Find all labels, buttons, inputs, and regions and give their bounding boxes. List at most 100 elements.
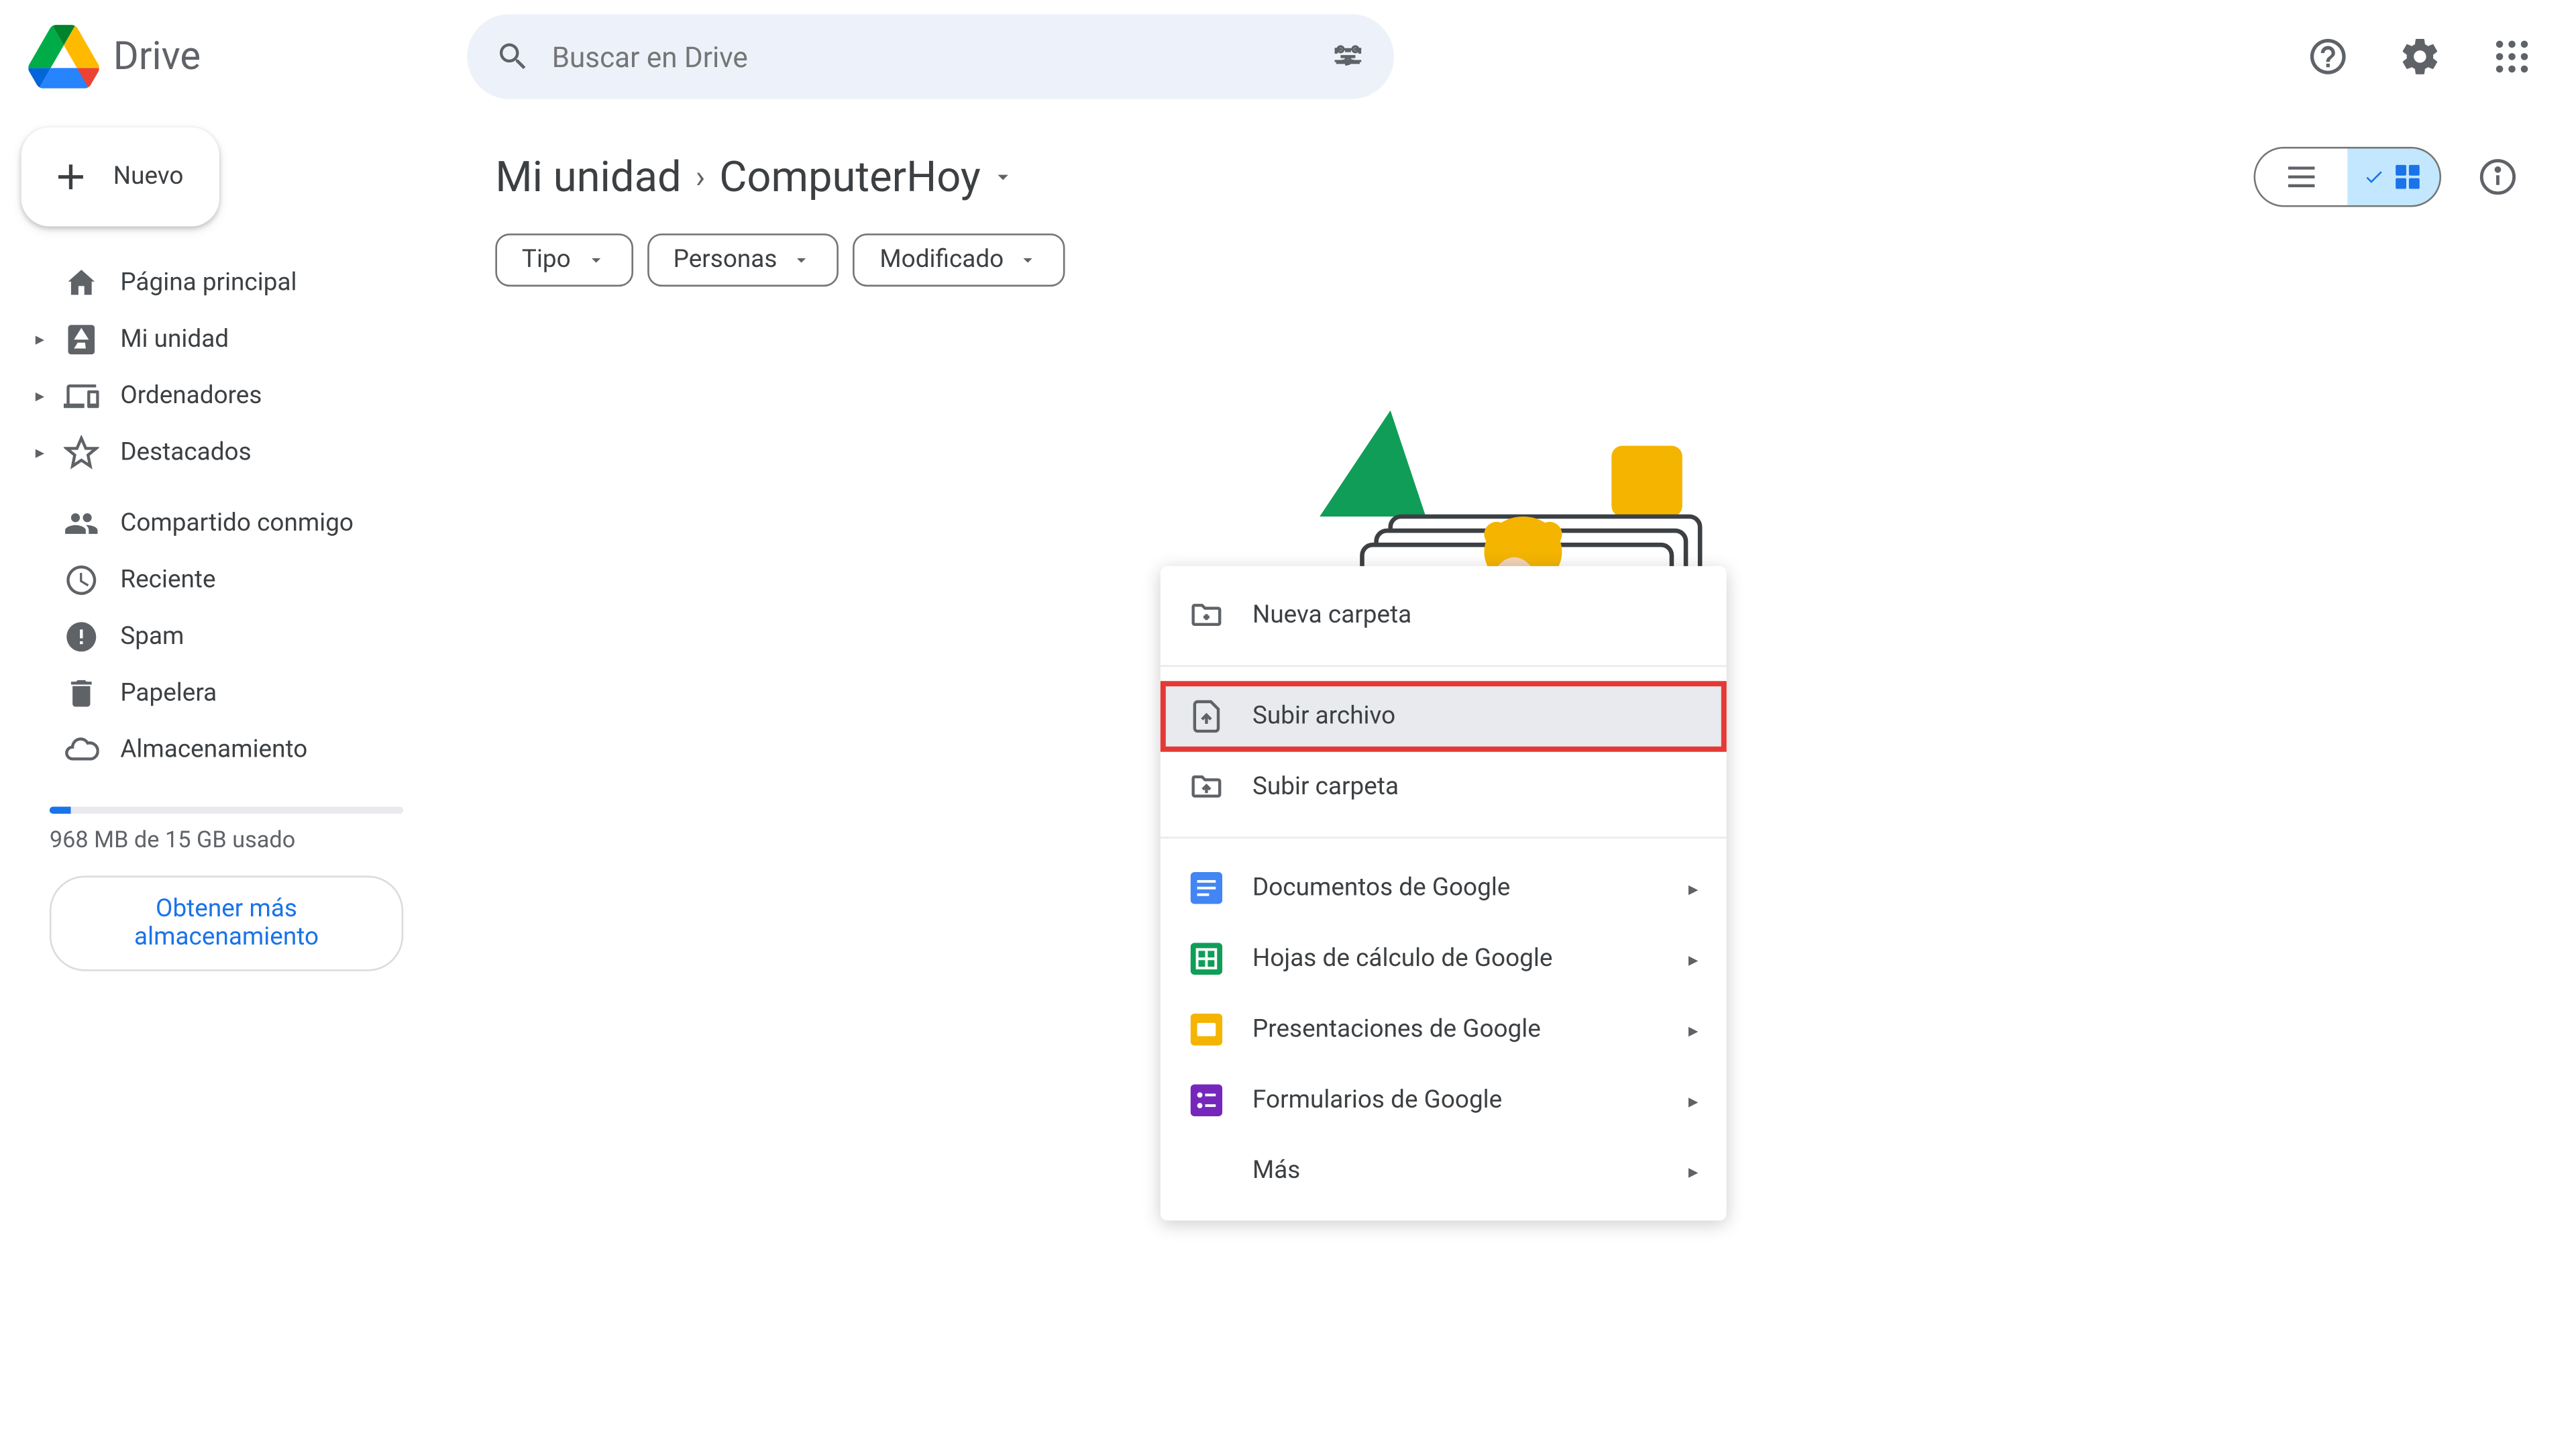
storage-used-text: 968 MB de 15 GB usado xyxy=(50,828,403,855)
blank-icon xyxy=(1189,1153,1224,1189)
sidebar-item-spam[interactable]: Spam xyxy=(21,608,432,665)
view-controls xyxy=(2254,142,2534,212)
slides-icon xyxy=(1189,1012,1224,1047)
sidebar-item-recent[interactable]: Reciente xyxy=(21,552,432,608)
shared-icon xyxy=(64,506,99,541)
sidebar-item-shared[interactable]: Compartido conmigo xyxy=(21,495,432,551)
caret-down-icon xyxy=(792,250,813,271)
search-options-icon[interactable] xyxy=(1330,39,1366,74)
menu-item-label: Subir carpeta xyxy=(1252,773,1399,801)
home-icon xyxy=(64,266,99,301)
filter-label: Modificado xyxy=(879,246,1004,274)
breadcrumb-current[interactable]: ComputerHoy xyxy=(719,152,1016,202)
breadcrumb: Mi unidad › ComputerHoy xyxy=(495,152,1016,202)
header: Drive xyxy=(0,0,2575,113)
sidebar-item-storage[interactable]: Almacenamiento xyxy=(21,722,432,778)
spam-icon xyxy=(64,619,99,655)
sidebar-item-label: Papelera xyxy=(120,680,217,708)
trash-icon xyxy=(64,676,99,711)
search-icon xyxy=(495,39,531,74)
sidebar-item-mydrive[interactable]: Mi unidad xyxy=(21,311,432,368)
caret-down-icon xyxy=(1018,250,1039,271)
chevron-right-icon: ▸ xyxy=(1688,877,1699,900)
chevron-right-icon: ▸ xyxy=(1688,1089,1699,1112)
sidebar-item-label: Reciente xyxy=(120,566,215,594)
view-toggle xyxy=(2254,147,2442,207)
sidebar-item-trash[interactable]: Papelera xyxy=(21,665,432,722)
sidebar-item-label: Almacenamiento xyxy=(120,736,307,764)
gear-icon xyxy=(2399,36,2441,78)
menu-google-forms[interactable]: Formularios de Google ▸ xyxy=(1161,1065,1727,1135)
sidebar-item-starred[interactable]: Destacados xyxy=(21,425,432,481)
breadcrumb-current-label: ComputerHoy xyxy=(719,152,981,202)
menu-item-label: Documentos de Google xyxy=(1252,874,1510,902)
info-button[interactable] xyxy=(2463,142,2533,212)
apps-icon xyxy=(2491,36,2533,78)
file-upload-icon xyxy=(1189,699,1224,735)
sheets-icon xyxy=(1189,941,1224,977)
recent-icon xyxy=(64,563,99,598)
filters: Tipo Personas Modificado xyxy=(495,233,2533,286)
breadcrumb-root[interactable]: Mi unidad xyxy=(495,152,681,202)
drive-logo-icon xyxy=(28,21,99,92)
filter-people[interactable]: Personas xyxy=(647,233,839,286)
star-icon xyxy=(64,435,99,471)
help-button[interactable] xyxy=(2293,21,2363,92)
search-bar[interactable] xyxy=(467,14,1394,99)
settings-button[interactable] xyxy=(2385,21,2455,92)
sidebar-item-label: Página principal xyxy=(120,269,297,297)
menu-google-sheets[interactable]: Hojas de cálculo de Google ▸ xyxy=(1161,924,1727,994)
context-menu: Nueva carpeta Subir archivo Subir carpet… xyxy=(1161,566,1727,1221)
list-icon xyxy=(2284,159,2319,195)
main-content: Mi unidad › ComputerHoy xyxy=(453,113,2575,1449)
filter-type[interactable]: Tipo xyxy=(495,233,633,286)
list-view-button[interactable] xyxy=(2255,149,2347,205)
menu-divider xyxy=(1161,837,1727,839)
help-icon xyxy=(2307,36,2349,78)
drive-icon xyxy=(64,322,99,358)
docs-icon xyxy=(1189,870,1224,906)
menu-google-docs[interactable]: Documentos de Google ▸ xyxy=(1161,853,1727,923)
chevron-right-icon: ▸ xyxy=(1688,1160,1699,1183)
check-icon xyxy=(2363,166,2385,188)
sidebar-item-label: Destacados xyxy=(120,439,251,467)
folder-new-icon xyxy=(1189,598,1224,633)
chevron-right-icon: ▸ xyxy=(1688,1018,1699,1041)
menu-google-slides[interactable]: Presentaciones de Google ▸ xyxy=(1161,994,1727,1065)
chevron-right-icon: ▸ xyxy=(1688,947,1699,970)
plus-icon xyxy=(50,156,92,198)
apps-button[interactable] xyxy=(2477,21,2547,92)
sidebar-item-label: Ordenadores xyxy=(120,382,262,411)
grid-icon xyxy=(2392,161,2423,193)
menu-item-label: Más xyxy=(1252,1157,1300,1185)
caret-down-icon xyxy=(991,164,1016,189)
sidebar-item-computers[interactable]: Ordenadores xyxy=(21,368,432,424)
filter-label: Personas xyxy=(674,246,777,274)
menu-item-label: Nueva carpeta xyxy=(1252,602,1411,630)
storage-section: 968 MB de 15 GB usado Obtener más almace… xyxy=(21,778,432,985)
info-icon xyxy=(2478,158,2517,197)
filter-label: Tipo xyxy=(522,246,571,274)
logo-area[interactable]: Drive xyxy=(28,21,453,92)
forms-icon xyxy=(1189,1083,1224,1118)
menu-new-folder[interactable]: Nueva carpeta xyxy=(1161,580,1727,651)
grid-view-button[interactable] xyxy=(2347,149,2439,205)
menu-item-label: Subir archivo xyxy=(1252,702,1395,731)
caret-down-icon xyxy=(585,250,606,271)
app-title: Drive xyxy=(113,34,201,78)
menu-item-label: Presentaciones de Google xyxy=(1252,1016,1541,1044)
menu-divider xyxy=(1161,665,1727,667)
menu-upload-file[interactable]: Subir archivo xyxy=(1161,681,1727,751)
get-more-storage-button[interactable]: Obtener más almacenamiento xyxy=(50,875,403,971)
sidebar-item-home[interactable]: Página principal xyxy=(21,255,432,311)
storage-bar xyxy=(50,806,403,814)
menu-more[interactable]: Más ▸ xyxy=(1161,1136,1727,1206)
chevron-right-icon: › xyxy=(696,158,705,195)
filter-modified[interactable]: Modificado xyxy=(853,233,1066,286)
new-button[interactable]: Nuevo xyxy=(21,127,219,227)
search-input[interactable] xyxy=(552,40,1309,73)
menu-item-label: Formularios de Google xyxy=(1252,1086,1502,1114)
menu-item-label: Hojas de cálculo de Google xyxy=(1252,945,1552,973)
sidebar-item-label: Compartido conmigo xyxy=(120,509,354,537)
menu-upload-folder[interactable]: Subir carpeta xyxy=(1161,752,1727,822)
